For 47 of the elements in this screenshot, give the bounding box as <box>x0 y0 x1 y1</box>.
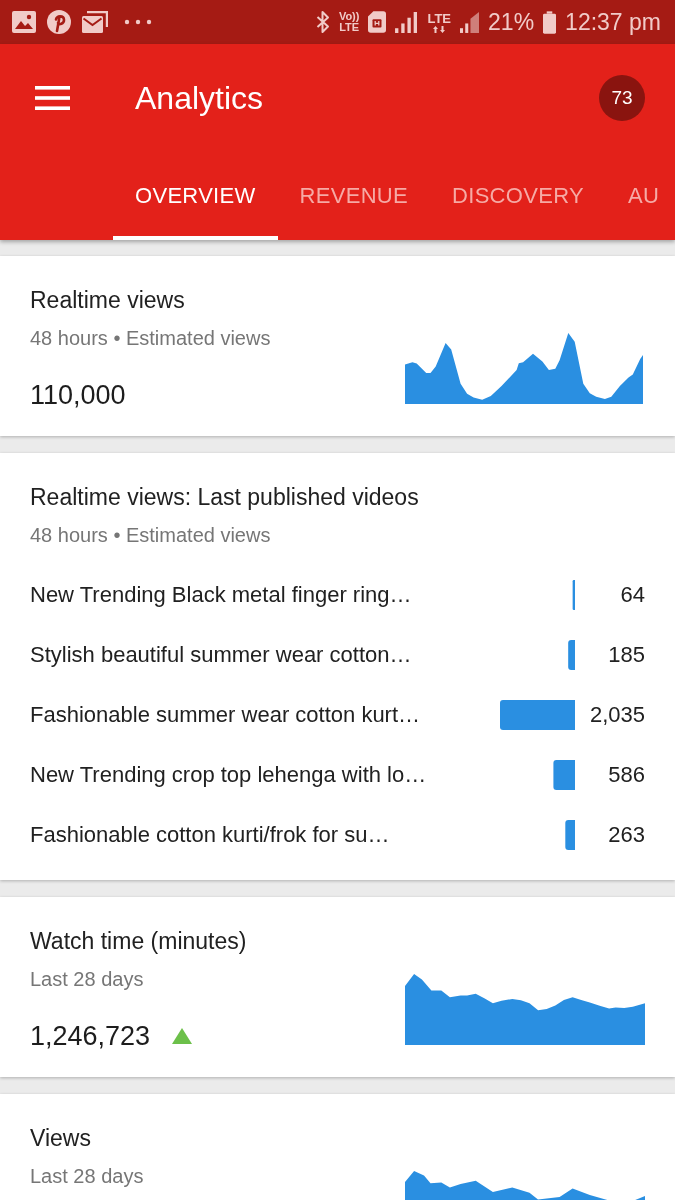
view-count: 263 <box>608 821 645 849</box>
image-icon <box>12 11 36 33</box>
views-bar <box>572 580 575 610</box>
views-bar <box>553 760 575 790</box>
battery-icon <box>543 10 557 34</box>
card-title: Views <box>30 1124 91 1152</box>
account-badge[interactable]: 73 <box>599 75 645 121</box>
signal-icon <box>395 11 419 33</box>
video-title[interactable]: New Trending Black metal finger ring… <box>30 565 412 625</box>
video-title[interactable]: Stylish beautiful summer wear cotton… <box>30 625 412 685</box>
views-bar <box>568 640 575 670</box>
card-subtitle: 48 hours • Estimated views <box>30 523 271 547</box>
menu-button[interactable] <box>35 86 70 110</box>
view-count: 586 <box>608 761 645 789</box>
metric-value: 110,000 <box>30 379 126 412</box>
card-title: Realtime views <box>30 286 185 314</box>
card-subtitle: Last 28 days <box>30 1164 144 1188</box>
card-title: Realtime views: Last published videos <box>30 483 419 511</box>
battery-percent: 21% <box>488 9 535 35</box>
bluetooth-icon <box>315 10 330 34</box>
mail-icon <box>82 11 108 33</box>
menu-icon <box>35 86 70 110</box>
network-type-label: LTE <box>427 11 452 25</box>
video-title[interactable]: Fashionable cotton kurti/frok for su… <box>30 805 390 865</box>
clock-time: 12:37 pm <box>565 9 661 35</box>
more-icon <box>124 19 152 25</box>
view-count: 2,035 <box>589 701 645 729</box>
metric-card[interactable]: Realtime views 48 hours • Estimated views 110,000 <box>0 256 675 436</box>
videos-card[interactable] <box>0 453 675 880</box>
video-title[interactable]: Fashionable summer wear cotton kurt… <box>30 685 421 745</box>
metric-card[interactable]: Watch time (minutes) Last 28 days 1,246,723 <box>0 897 675 1077</box>
card-subtitle: Last 28 days <box>30 967 144 991</box>
screen-title: Analytics <box>135 79 264 117</box>
views-bar <box>565 820 575 850</box>
tab[interactable]: OVERVIEW <box>113 152 278 240</box>
data-arrows-icon <box>432 25 447 33</box>
video-title[interactable]: New Trending crop top lehenga with lo… <box>30 745 427 805</box>
view-count: 64 <box>620 581 645 609</box>
card-subtitle: 48 hours • Estimated views <box>30 326 271 350</box>
metric-value: 1,246,723 <box>30 1020 151 1053</box>
round-logo-icon <box>47 10 71 34</box>
signal-icon <box>460 11 480 33</box>
volte-indicator: Vo)) LTE <box>338 11 360 33</box>
card-title: Watch time (minutes) <box>30 927 247 955</box>
view-count: 185 <box>608 641 645 669</box>
metric-card[interactable]: Views Last 28 days <box>0 1094 675 1200</box>
sim-card-icon <box>368 11 387 33</box>
